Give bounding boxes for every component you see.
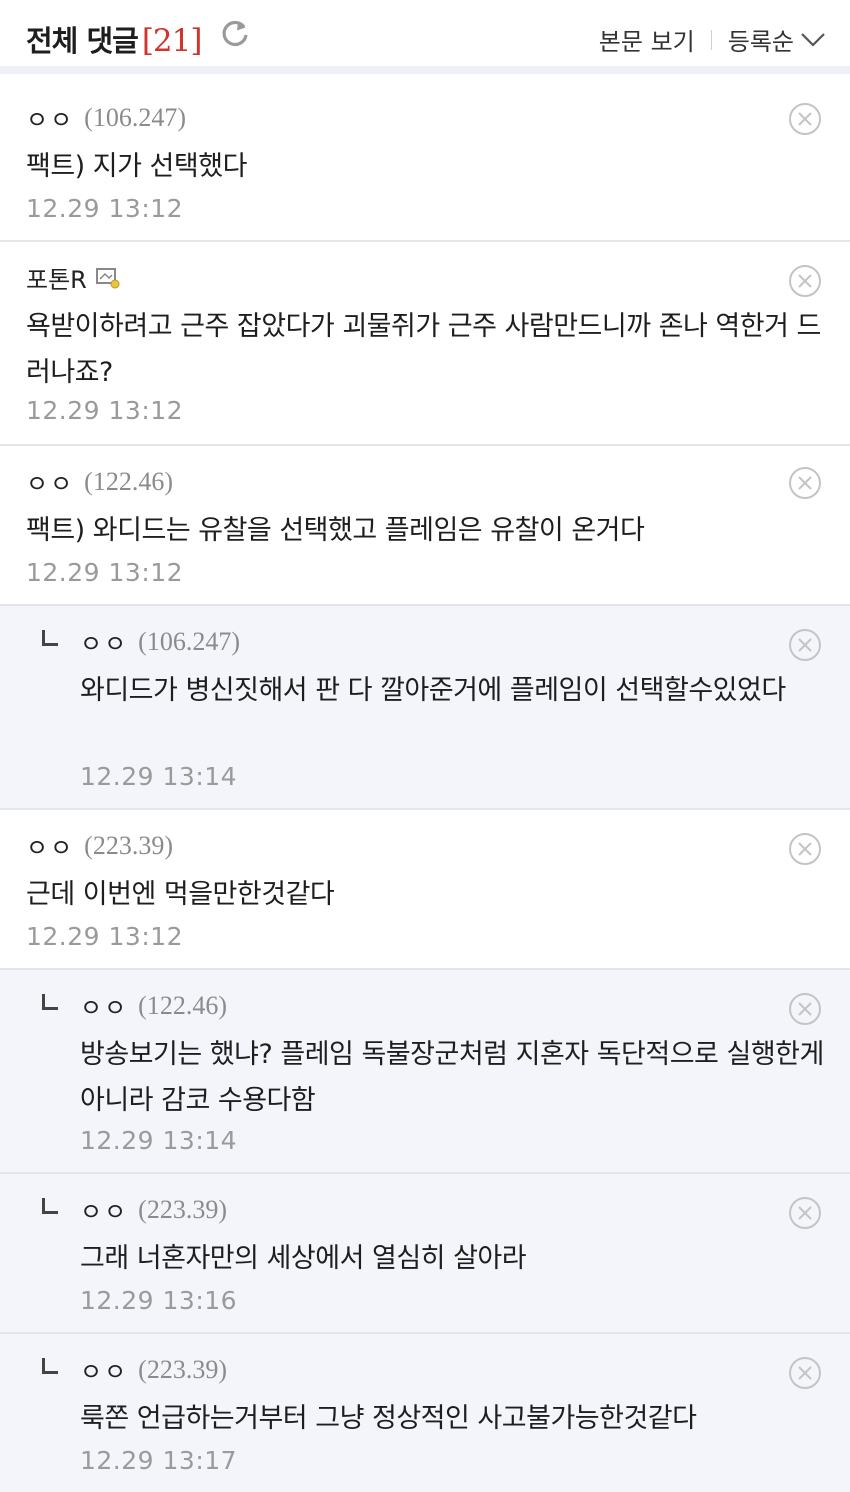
comment-author[interactable]: ㅇㅇ (26, 828, 74, 863)
comment-ip: (106.247) (138, 626, 240, 656)
comment-author[interactable]: ㅇㅇ (26, 100, 74, 135)
comment-date: 12.29 13:16 (80, 1286, 238, 1315)
comment-author[interactable]: ㅇㅇ (80, 988, 128, 1023)
delete-icon[interactable] (788, 264, 822, 298)
comment-ip: (106.247) (84, 102, 186, 132)
comment-section-title: 전체 댓글 [21] (26, 18, 203, 60)
comment-item: ㅇㅇ (223.39) 근데 이번엔 먹을만한것같다 12.29 13:12 (0, 810, 850, 970)
delete-icon[interactable] (788, 992, 822, 1026)
comment-date: 12.29 13:14 (80, 1126, 238, 1155)
comment-author[interactable]: 포톤R (26, 260, 87, 295)
delete-icon[interactable] (788, 1356, 822, 1390)
reply-arrow-icon (42, 630, 58, 646)
comment-item: 포톤R 욕받이하려고 근주 잡았다가 괴물쥐가 근주 사람만드니까 존나 역한거… (0, 242, 850, 446)
comment-author[interactable]: ㅇㅇ (80, 624, 128, 659)
reply-comment-item: ㅇㅇ (122.46) 방송보기는 했냐? 플레임 독불장군처럼 지혼자 독단적… (0, 970, 850, 1174)
comment-text: 방송보기는 했냐? 플레임 독불장군처럼 지혼자 독단적으로 실행한게아니라 감… (80, 1039, 824, 1116)
delete-icon[interactable] (788, 628, 822, 662)
delete-icon[interactable] (788, 466, 822, 500)
comment-text: 와디드가 병신짓해서 판 다 깔아준거에 플레임이 선택할수있었다 (80, 675, 786, 706)
comment-ip: (122.46) (138, 990, 227, 1020)
comment-text: 팩트) 지가 선택했다 (26, 151, 247, 182)
comment-date: 12.29 13:14 (80, 762, 238, 791)
comment-ip: (122.46) (84, 466, 173, 496)
header-divider (710, 29, 712, 50)
title-text: 전체 댓글 (26, 24, 139, 58)
reply-arrow-icon (42, 994, 58, 1010)
gallog-badge-icon (95, 267, 120, 288)
reply-comment-item: ㅇㅇ (223.39) 룩쫀 언급하는거부터 그냥 정상적인 사고불가능한것같다… (0, 1334, 850, 1492)
delete-icon[interactable] (788, 1196, 822, 1230)
comment-item: ㅇㅇ (122.46) 팩트) 와디드는 유찰을 선택했고 플레임은 유찰이 온… (0, 446, 850, 606)
chevron-down-icon[interactable] (800, 31, 826, 49)
reply-arrow-icon (42, 1358, 58, 1374)
comment-author[interactable]: ㅇㅇ (80, 1352, 128, 1387)
comment-count: [21] (141, 23, 203, 59)
comment-header: 전체 댓글 [21] 본문 보기 등록순 (0, 0, 850, 74)
comment-author[interactable]: ㅇㅇ (26, 464, 74, 499)
comment-text: 그래 너혼자만의 세상에서 열심히 살아라 (80, 1243, 527, 1274)
view-body-button[interactable]: 본문 보기 (599, 22, 695, 57)
reply-arrow-icon (42, 1198, 58, 1214)
delete-icon[interactable] (788, 832, 822, 866)
comment-date: 12.29 13:12 (26, 396, 184, 425)
comment-text: 팩트) 와디드는 유찰을 선택했고 플레임은 유찰이 온거다 (26, 515, 645, 546)
comment-ip: (223.39) (138, 1354, 227, 1384)
delete-icon[interactable] (788, 102, 822, 136)
reply-comment-item: ㅇㅇ (223.39) 그래 너혼자만의 세상에서 열심히 살아라 12.29 … (0, 1174, 850, 1334)
comment-date: 12.29 13:12 (26, 194, 184, 223)
comment-text: 욕받이하려고 근주 잡았다가 괴물쥐가 근주 사람만드니까 존나 역한거 드러나… (26, 311, 821, 388)
refresh-icon[interactable] (220, 18, 250, 48)
comment-ip: (223.39) (84, 830, 173, 860)
comment-ip: (223.39) (138, 1194, 227, 1224)
comment-date: 12.29 13:17 (80, 1446, 238, 1475)
comment-date: 12.29 13:12 (26, 558, 184, 587)
comment-item: ㅇㅇ (106.247) 팩트) 지가 선택했다 12.29 13:12 (0, 82, 850, 242)
sort-dropdown[interactable]: 등록순 (728, 22, 794, 57)
comment-date: 12.29 13:12 (26, 922, 184, 951)
comment-text: 근데 이번엔 먹을만한것같다 (26, 879, 335, 910)
comment-author[interactable]: ㅇㅇ (80, 1192, 128, 1227)
comment-text: 룩쫀 언급하는거부터 그냥 정상적인 사고불가능한것같다 (80, 1403, 697, 1434)
reply-comment-item: ㅇㅇ (106.247) 와디드가 병신짓해서 판 다 깔아준거에 플레임이 선… (0, 606, 850, 810)
